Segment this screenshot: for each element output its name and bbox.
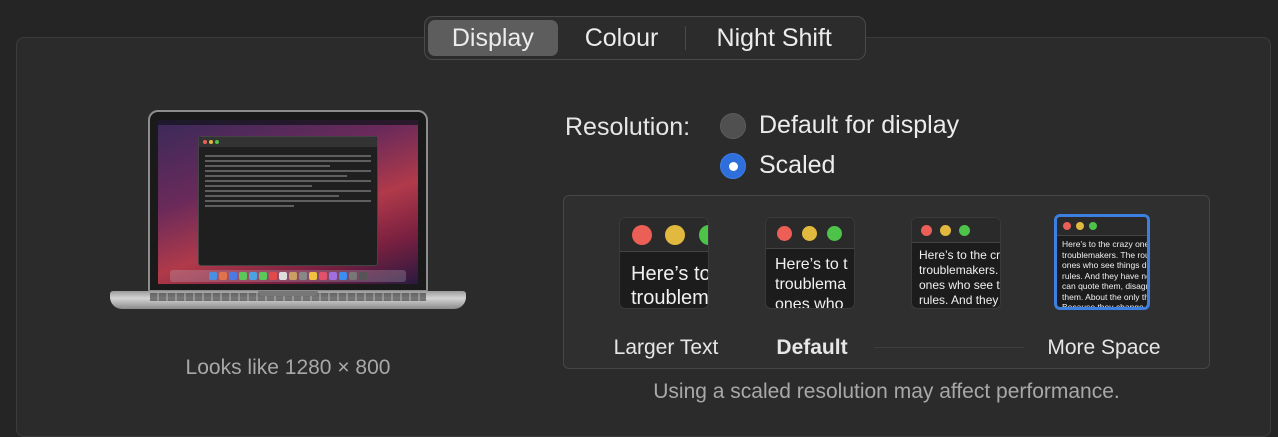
- preview-text-line: can quote them, disagr: [1062, 281, 1149, 291]
- resolution-label: Resolution:: [565, 113, 691, 141]
- screen-document-window: [198, 136, 378, 266]
- resolution-readout: Looks like 1280 × 800: [185, 356, 391, 379]
- tab-night-shift[interactable]: Night Shift: [686, 20, 862, 56]
- radio-button-off[interactable]: [720, 112, 746, 139]
- preview-text-line: Here’s to the crazy ones: [1062, 239, 1150, 249]
- laptop-screen: [158, 120, 418, 284]
- radio-label: Scaled: [759, 151, 836, 179]
- preview-text-line: troublemakers.: [919, 263, 999, 277]
- radio-label: Default for display: [759, 111, 960, 139]
- performance-note: Using a scaled resolution may affect per…: [653, 380, 1120, 403]
- laptop-lid: [148, 110, 428, 292]
- preview-text-line: Here’s to: [631, 263, 709, 285]
- preview-text-line: Here’s to t: [775, 256, 848, 273]
- preview-text-line: troublemakers. The rou: [1062, 249, 1150, 260]
- laptop-illustration: [110, 110, 466, 322]
- scale-label-more-space: More Space: [1047, 336, 1161, 359]
- screen-menubar: [158, 120, 418, 125]
- preview-text-line: troublem: [631, 287, 709, 309]
- scale-option-intermediate[interactable]: Here’s to the cr troublemakers. ones who…: [911, 217, 1001, 309]
- scale-option-default[interactable]: Here’s to t troublema ones who: [765, 217, 855, 309]
- scale-label-default: Default: [776, 336, 848, 359]
- tab-colour[interactable]: Colour: [558, 20, 686, 56]
- preview-text-line: ones who: [775, 296, 844, 309]
- screen-dock: [170, 270, 406, 282]
- radio-default-for-display[interactable]: Default for display: [720, 111, 959, 140]
- preview-text-line: rules. And they: [919, 293, 999, 307]
- scale-option-larger-text[interactable]: Here’s to troublem: [619, 217, 709, 309]
- radio-scaled[interactable]: Scaled: [720, 151, 835, 180]
- scale-option-more-space[interactable]: Here’s to the crazy ones troublemakers. …: [1054, 214, 1150, 310]
- preview-text-line: troublema: [775, 276, 847, 293]
- scale-divider-line: [874, 347, 1024, 348]
- scale-label-larger-text: Larger Text: [613, 336, 719, 359]
- preview-text-line: ones who see t: [919, 278, 1000, 292]
- preview-text-line: Because they change th: [1062, 302, 1150, 310]
- preview-text-line: ones who see things diff: [1062, 260, 1150, 270]
- preview-text-line: them. About the only th: [1062, 291, 1149, 302]
- radio-button-on[interactable]: [720, 152, 746, 179]
- laptop-lid-notch: [258, 291, 318, 296]
- preview-text-line: Here’s to the cr: [919, 248, 1001, 262]
- segmented-tab-control: Display Colour Night Shift: [424, 16, 866, 60]
- tab-display[interactable]: Display: [428, 20, 558, 56]
- preview-text-line: rules. And they have no: [1062, 270, 1150, 281]
